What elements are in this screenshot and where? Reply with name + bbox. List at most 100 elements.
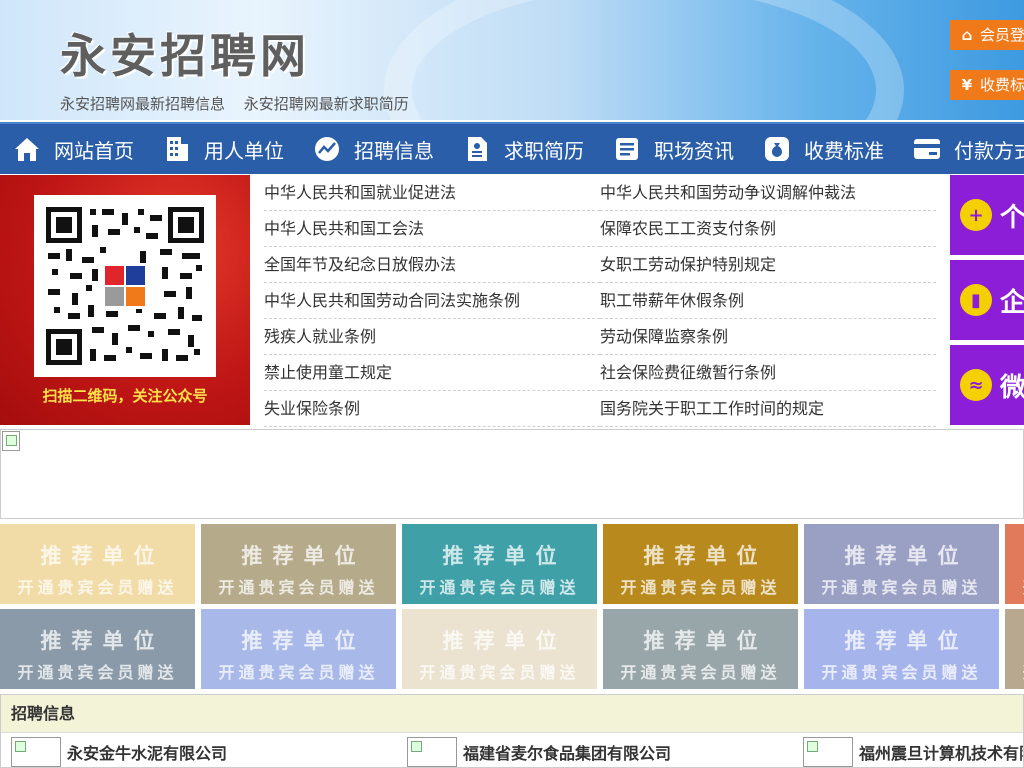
company-logo (407, 737, 457, 767)
building-icon (167, 137, 188, 161)
company-icon: ▮ (960, 284, 992, 316)
site-title[interactable]: 永安招聘网 (60, 20, 310, 86)
law-links-list: 中华人民共和国就业促进法 中华人民共和国劳动争议调解仲裁法 中华人民共和国工会法… (250, 175, 950, 427)
recruitment-section: 招聘信息 永安金牛水泥有限公司 福建省麦尔食品集团有限公司 福州震旦计算机技术有… (0, 694, 1024, 768)
tile-subtitle: 开通贵宾会员赠送 (1005, 574, 1024, 598)
tile-subtitle: 开通贵宾会员赠送 (419, 578, 580, 597)
law-link[interactable]: 全国年节及纪念日放假办法 (264, 247, 600, 283)
nav-item-label: 付款方式 (954, 138, 1024, 163)
member-login-label: 会员登 (980, 26, 1024, 44)
company-logo (11, 737, 61, 767)
recommended-employer-tile[interactable]: 推荐单位开通贵宾会员赠送 (603, 524, 798, 604)
tile-title: 推荐单位 (1005, 540, 1024, 570)
home-icon (15, 138, 39, 161)
law-link[interactable]: 女职工劳动保护特别规定 (600, 247, 936, 283)
broken-image-icon (2, 431, 20, 451)
company-item[interactable]: 福建省麦尔食品集团有限公司 (407, 737, 671, 767)
fees-button[interactable]: ¥ 收费标 (950, 70, 1024, 100)
qr-code-image (42, 203, 208, 369)
tile-subtitle: 开通贵宾会员赠送 (17, 578, 178, 597)
wechat-icon: ≈ (960, 369, 992, 401)
nav-item-employers[interactable]: 用人单位 (150, 124, 300, 174)
law-row: 禁止使用童工规定 社会保险费征缴暂行条例 (264, 355, 936, 391)
chart-icon (315, 137, 339, 161)
law-link[interactable]: 失业保险条例 (264, 391, 600, 427)
side-button-label: 个 (1000, 202, 1024, 233)
nav-item-home[interactable]: 网站首页 (0, 124, 150, 174)
company-item[interactable]: 永安金牛水泥有限公司 (11, 737, 227, 767)
recommended-employer-tile[interactable]: 推荐单位开通贵宾会员赠送 (0, 524, 195, 604)
law-link[interactable]: 中华人民共和国劳动合同法实施条例 (264, 283, 600, 319)
tile-subtitle: 开通贵宾会员赠送 (1005, 659, 1024, 683)
tile-subtitle: 开通贵宾会员赠送 (821, 663, 982, 682)
resume-icon (468, 137, 487, 161)
recommended-employer-tile[interactable]: 推荐单位开通贵宾会员赠送 (603, 609, 798, 689)
law-link[interactable]: 劳动保障监察条例 (600, 319, 936, 355)
tile-title: 推荐单位 (241, 544, 366, 568)
qr-code (34, 195, 216, 377)
tile-title: 推荐单位 (40, 544, 165, 568)
recommended-employer-tile[interactable]: 推荐单位开通贵宾会员赠送 (402, 609, 597, 689)
nav-item-resumes[interactable]: 求职简历 (450, 124, 600, 174)
nav-item-label: 招聘信息 (354, 138, 434, 163)
banner-ad[interactable] (0, 429, 1024, 519)
recommended-employers-grid: 推荐单位 开通贵宾会员赠送 推荐单位 开通贵宾会员赠送 推荐单位 开通贵宾会员赠送 推荐单位… (0, 524, 1024, 690)
tile-title: 推荐单位 (241, 629, 366, 653)
home-icon: ⌂ (961, 26, 973, 44)
tile-subtitle: 开通贵宾会员赠送 (17, 663, 178, 682)
law-link[interactable]: 中华人民共和国劳动争议调解仲裁法 (600, 175, 936, 211)
recommended-employer-tile[interactable]: 推荐单位开通贵宾会员赠送 (201, 524, 396, 604)
tile-title: 推荐单位 (1005, 625, 1024, 655)
law-row: 中华人民共和国就业促进法 中华人民共和国劳动争议调解仲裁法 (264, 175, 936, 211)
recommended-employer-tile[interactable]: 推荐单位开通贵宾会员赠送 (1005, 524, 1024, 604)
tile-title: 推荐单位 (442, 544, 567, 568)
law-link[interactable]: 国务院关于职工工作时间的规定 (600, 391, 936, 427)
recommended-employer-tile[interactable]: 推荐单位开通贵宾会员赠送 (1005, 609, 1024, 689)
member-login-button[interactable]: ⌂ 会员登 (950, 20, 1024, 50)
latest-resumes-link[interactable]: 永安招聘网最新求职简历 (244, 95, 409, 113)
header-sub-links: 永安招聘网最新招聘信息 永安招聘网最新求职简历 (60, 93, 423, 114)
nav-item-jobs[interactable]: 招聘信息 (300, 124, 450, 174)
wechat-button[interactable]: ≈ 微 (950, 345, 1024, 425)
tile-title: 推荐单位 (844, 544, 969, 568)
personal-center-button[interactable]: + 个 (950, 175, 1024, 255)
nav-item-label: 用人单位 (204, 138, 284, 163)
nav-item-fees[interactable]: 收费标准 (750, 124, 900, 174)
company-name: 永安金牛水泥有限公司 (67, 744, 228, 763)
tile-subtitle: 开通贵宾会员赠送 (620, 663, 781, 682)
person-add-icon: + (960, 199, 992, 231)
nav-item-label: 职场资讯 (654, 138, 734, 163)
money-bag-icon (765, 137, 789, 161)
law-link[interactable]: 职工带薪年休假条例 (600, 283, 936, 319)
tile-subtitle: 开通贵宾会员赠送 (821, 578, 982, 597)
law-link[interactable]: 残疾人就业条例 (264, 319, 600, 355)
qr-code-panel: 扫描二维码，关注公众号 (0, 175, 250, 425)
recommended-employer-tile[interactable]: 推荐单位开通贵宾会员赠送 (804, 524, 999, 604)
nav-item-news[interactable]: 职场资讯 (600, 124, 750, 174)
main-nav: 网站首页 用人单位 招聘信息 求职简历 职场资讯 收费标准 付款方式 (0, 122, 1024, 174)
recommended-employer-tile[interactable]: 推荐单位开通贵宾会员赠送 (402, 524, 597, 604)
law-link[interactable]: 中华人民共和国工会法 (264, 211, 600, 247)
fees-label: 收费标 (980, 76, 1024, 94)
company-logo (803, 737, 853, 767)
company-center-button[interactable]: ▮ 企 (950, 260, 1024, 340)
nav-item-payment[interactable]: 付款方式 (900, 124, 1024, 174)
recommended-employer-tile[interactable]: 推荐单位开通贵宾会员赠送 (201, 609, 396, 689)
law-link[interactable]: 禁止使用童工规定 (264, 355, 600, 391)
recommended-employer-tile[interactable]: 推荐单位开通贵宾会员赠送 (0, 609, 195, 689)
tile-title: 推荐单位 (844, 629, 969, 653)
law-link[interactable]: 保障农民工工资支付条例 (600, 211, 936, 247)
recommended-employer-tile[interactable]: 推荐单位开通贵宾会员赠送 (804, 609, 999, 689)
tile-title: 推荐单位 (643, 544, 768, 568)
side-button-label: 微 (1000, 372, 1024, 403)
section-heading: 招聘信息 (1, 695, 1023, 733)
law-link[interactable]: 社会保险费征缴暂行条例 (600, 355, 936, 391)
company-item[interactable]: 福州震旦计算机技术有限 (803, 737, 1023, 767)
law-link[interactable]: 中华人民共和国就业促进法 (264, 175, 600, 211)
tile-subtitle: 开通贵宾会员赠送 (620, 578, 781, 597)
company-name: 福建省麦尔食品集团有限公司 (463, 744, 672, 763)
latest-jobs-link[interactable]: 永安招聘网最新招聘信息 (60, 95, 225, 113)
site-header: 永安招聘网 永安招聘网最新招聘信息 永安招聘网最新求职简历 (0, 0, 1024, 120)
tile-subtitle: 开通贵宾会员赠送 (218, 578, 379, 597)
news-icon (616, 138, 638, 160)
